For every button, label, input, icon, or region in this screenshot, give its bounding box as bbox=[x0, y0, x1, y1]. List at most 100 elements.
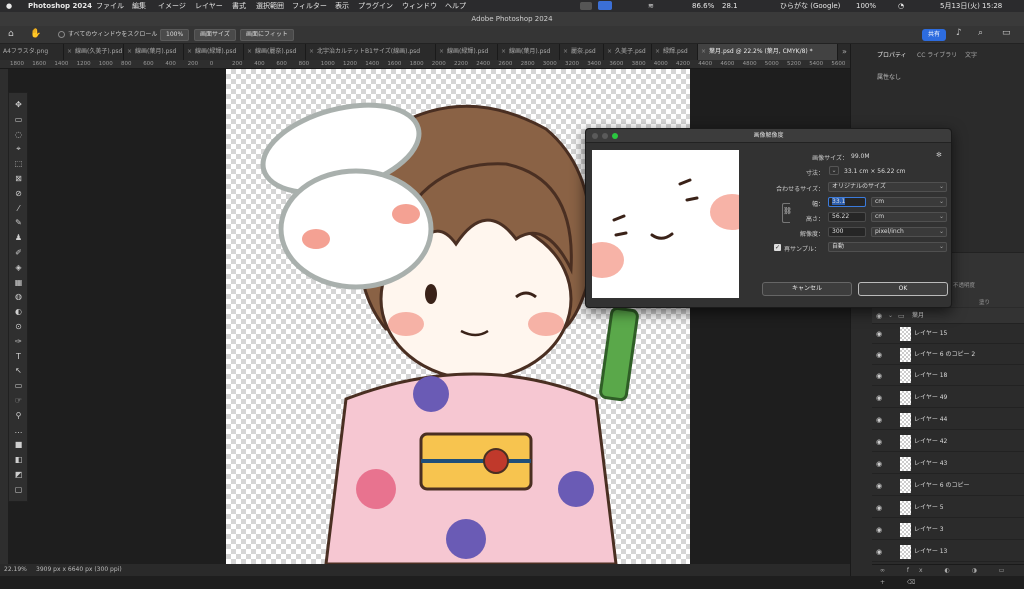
eye-icon[interactable]: ◉ bbox=[876, 308, 882, 324]
eye-icon[interactable]: ◉ bbox=[876, 476, 882, 496]
history-brush-icon[interactable]: ◈ bbox=[12, 262, 25, 273]
eye-icon[interactable]: ◉ bbox=[876, 366, 882, 386]
chevron-down-icon[interactable]: ⌄ bbox=[829, 166, 839, 175]
input-method[interactable]: ひらがな (Google) bbox=[780, 0, 840, 12]
menu-window[interactable]: ウィンドウ bbox=[402, 0, 437, 12]
tab-doc[interactable]: × 線画(久美子).psd bbox=[64, 44, 124, 60]
scroll-all-checkbox[interactable] bbox=[58, 31, 65, 38]
more-tools-icon[interactable]: … bbox=[12, 425, 25, 436]
tab-doc[interactable]: × 線画(緑輝).psd bbox=[184, 44, 244, 60]
height-input[interactable]: 56.22 bbox=[828, 212, 866, 222]
fit-screen-button[interactable]: 画面サイズ bbox=[194, 29, 236, 41]
ruler-tool-icon[interactable]: ⁄ bbox=[12, 203, 25, 214]
resample-select[interactable]: 自動 ⌄ bbox=[828, 242, 947, 252]
eye-icon[interactable]: ◉ bbox=[876, 498, 882, 518]
eye-icon[interactable]: ◉ bbox=[876, 520, 882, 540]
menu-view[interactable]: 表示 bbox=[335, 0, 349, 12]
tab-doc[interactable]: × 緑輝.psd bbox=[652, 44, 698, 60]
dodge-icon[interactable]: ⊙ bbox=[12, 321, 25, 332]
home-icon[interactable]: ⌂ bbox=[8, 29, 14, 39]
hand-tool-icon[interactable]: ✋ bbox=[30, 29, 41, 39]
eye-icon[interactable]: ◉ bbox=[876, 388, 882, 408]
screen-mode-icon[interactable]: ◩ bbox=[12, 469, 25, 480]
close-icon[interactable]: × bbox=[247, 48, 252, 55]
shape-tool-icon[interactable]: ▭ bbox=[12, 380, 25, 391]
close-icon[interactable]: × bbox=[439, 48, 444, 55]
lasso-tool-icon[interactable]: ◌ bbox=[12, 129, 25, 140]
width-input[interactable]: 33.1 bbox=[828, 197, 866, 207]
close-window-button[interactable] bbox=[592, 133, 598, 139]
stamp-tool-icon[interactable]: ✐ bbox=[12, 247, 25, 258]
menu-file[interactable]: ファイル bbox=[96, 0, 124, 12]
close-icon[interactable]: × bbox=[127, 48, 132, 55]
layer-row[interactable]: ◉ レイヤー 15 bbox=[872, 324, 1024, 344]
hand-tool-icon[interactable]: ☞ bbox=[12, 395, 25, 406]
layer-row[interactable]: ◉ レイヤー 18 bbox=[872, 366, 1024, 386]
layer-row[interactable]: ◉ レイヤー 13 bbox=[872, 542, 1024, 562]
screen-icon[interactable] bbox=[580, 2, 592, 10]
fill-screen-button[interactable]: 画面にフィット bbox=[240, 29, 294, 41]
tab-doc[interactable]: A4フラスタ.png bbox=[0, 44, 64, 60]
search-icon[interactable]: ⌕ bbox=[978, 28, 983, 38]
close-icon[interactable]: × bbox=[309, 48, 314, 55]
tab-doc[interactable]: × 線画(葉月).psd bbox=[498, 44, 560, 60]
layer-row[interactable]: ◉ レイヤー 6 のコピー 2 bbox=[872, 345, 1024, 365]
zoom-100-button[interactable]: 100% bbox=[160, 29, 190, 41]
layer-group[interactable]: ◉ ⌄ ▭ 葉月 bbox=[872, 308, 1024, 324]
close-icon[interactable]: × bbox=[187, 48, 192, 55]
layer-row[interactable]: ◉ レイヤー 5 bbox=[872, 498, 1024, 518]
foreground-color-icon[interactable]: ■ bbox=[12, 439, 25, 450]
wifi-status-icon[interactable]: ◔ bbox=[898, 0, 904, 12]
tab-doc[interactable]: × 久美子.psd bbox=[604, 44, 652, 60]
layer-row[interactable]: ◉ レイヤー 6 のコピー bbox=[872, 476, 1024, 496]
width-unit-select[interactable]: cm ⌄ bbox=[871, 197, 947, 207]
close-icon[interactable]: × bbox=[655, 48, 660, 55]
close-icon[interactable]: × bbox=[563, 48, 568, 55]
close-icon[interactable]: × bbox=[701, 48, 706, 55]
gear-icon[interactable]: ✻ bbox=[936, 151, 942, 159]
frame-tool-icon[interactable]: ⊠ bbox=[12, 173, 25, 184]
close-icon[interactable]: × bbox=[501, 48, 506, 55]
layer-row[interactable]: ◉ レイヤー 44 bbox=[872, 410, 1024, 430]
workspace-icon[interactable]: ▭ bbox=[1002, 28, 1011, 38]
close-icon[interactable]: × bbox=[67, 48, 72, 55]
tab-doc[interactable]: × 線画(麗奈).psd bbox=[244, 44, 306, 60]
layer-row[interactable]: ◉ レイヤー 49 bbox=[872, 388, 1024, 408]
preview-image[interactable] bbox=[592, 150, 739, 298]
share-button[interactable]: 共有 bbox=[922, 29, 947, 41]
tab-doc[interactable]: × 麗奈.psd bbox=[560, 44, 604, 60]
apple-icon[interactable]: ● bbox=[6, 0, 12, 12]
share-tool-icon[interactable]: ▢ bbox=[12, 484, 25, 495]
height-unit-select[interactable]: cm ⌄ bbox=[871, 212, 947, 222]
tab-doc-active[interactable]: × 葉月.psd @ 22.2% (葉月, CMYK/8) * bbox=[698, 44, 838, 60]
tab-cc-libraries[interactable]: CC ライブラリ bbox=[917, 50, 957, 59]
menu-image[interactable]: イメージ bbox=[158, 0, 186, 12]
tab-doc[interactable]: × 北宇治カルテットB1サイズ(線画).psd bbox=[306, 44, 436, 60]
menu-layer[interactable]: レイヤー bbox=[195, 0, 223, 12]
bell-icon[interactable]: ♪ bbox=[956, 28, 962, 38]
brush-tool-icon[interactable]: ♟ bbox=[12, 232, 25, 243]
fit-to-select[interactable]: オリジナルのサイズ ⌄ bbox=[828, 182, 947, 192]
tab-doc[interactable]: × 線画(緑輝).psd bbox=[436, 44, 498, 60]
pen-tool-icon[interactable]: ✑ bbox=[12, 336, 25, 347]
layer-row[interactable]: ◉ レイヤー 42 bbox=[872, 432, 1024, 452]
menu-help[interactable]: ヘルプ bbox=[445, 0, 466, 12]
tab-doc[interactable]: × 線画(葉月).psd bbox=[124, 44, 184, 60]
layer-row[interactable]: ◉ レイヤー 3 bbox=[872, 520, 1024, 540]
tabs-overflow-icon[interactable]: » bbox=[842, 44, 847, 60]
resolution-input[interactable]: 300 bbox=[828, 227, 866, 237]
display-icon[interactable] bbox=[598, 1, 612, 10]
gradient-icon[interactable]: ◍ bbox=[12, 291, 25, 302]
eye-icon[interactable]: ◉ bbox=[876, 542, 882, 562]
quick-mask-icon[interactable]: ◧ bbox=[12, 454, 25, 465]
app-name-menu[interactable]: Photoshop 2024 bbox=[28, 0, 92, 12]
resolution-unit-select[interactable]: pixel/inch ⌄ bbox=[871, 227, 947, 237]
tab-character[interactable]: 文字 bbox=[965, 50, 977, 59]
move-tool-icon[interactable]: ✥ bbox=[12, 99, 25, 110]
layers-footer-icons[interactable]: ∞ fx ◐ ◑ ▭ + ⌫ bbox=[872, 564, 1024, 586]
tab-properties[interactable]: プロパティ bbox=[877, 50, 907, 59]
cancel-button[interactable]: キャンセル bbox=[762, 282, 852, 296]
resample-checkbox[interactable]: ✓ bbox=[774, 244, 781, 251]
ok-button[interactable]: OK bbox=[858, 282, 948, 296]
eye-icon[interactable]: ◉ bbox=[876, 432, 882, 452]
